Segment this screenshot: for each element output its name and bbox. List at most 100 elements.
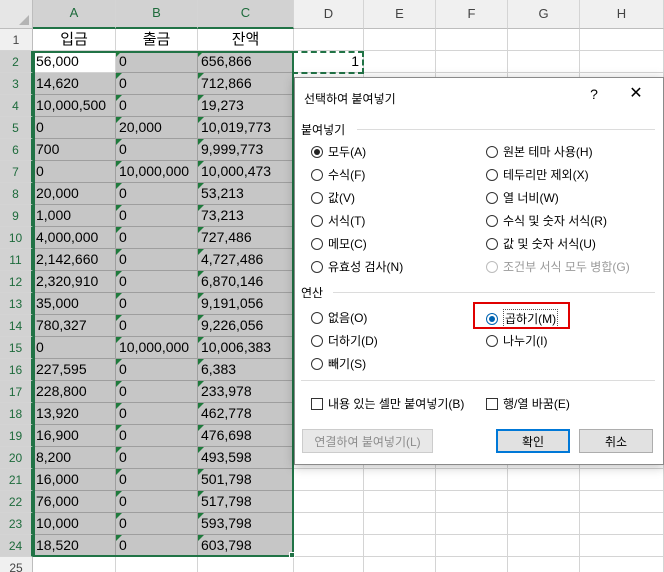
empty-cell[interactable] [580, 513, 664, 535]
column-header-d[interactable]: D [294, 0, 364, 29]
data-cell[interactable]: 4,000,000 [33, 227, 116, 249]
transpose-checkbox[interactable]: 행/열 바꿈(E) [486, 395, 570, 412]
empty-cell[interactable] [364, 557, 436, 572]
row-header[interactable]: 12 [0, 271, 33, 293]
row-header[interactable]: 11 [0, 249, 33, 271]
header-cell-balance[interactable]: 잔액 [198, 29, 294, 51]
row-header[interactable]: 6 [0, 139, 33, 161]
empty-cell[interactable] [436, 557, 508, 572]
data-cell[interactable]: 9,191,056 [198, 293, 294, 315]
data-cell[interactable]: 16,900 [33, 425, 116, 447]
column-header-h[interactable]: H [580, 0, 664, 29]
data-cell[interactable]: 6,383 [198, 359, 294, 381]
empty-cell[interactable] [294, 557, 364, 572]
empty-cell[interactable] [294, 29, 364, 51]
data-cell[interactable]: 0 [116, 95, 198, 117]
data-cell[interactable]: 0 [116, 425, 198, 447]
empty-cell[interactable] [580, 469, 664, 491]
row-header[interactable]: 1 [0, 29, 33, 51]
row-header[interactable]: 19 [0, 425, 33, 447]
row-header[interactable]: 25 [0, 557, 33, 572]
data-cell[interactable]: 227,595 [33, 359, 116, 381]
paste-option-column-widths[interactable]: 열 너비(W) [486, 189, 559, 206]
data-cell[interactable]: 517,798 [198, 491, 294, 513]
operation-option-divide[interactable]: 나누기(I) [486, 332, 547, 349]
row-header[interactable]: 4 [0, 95, 33, 117]
help-button[interactable]: ? [583, 83, 605, 105]
empty-cell[interactable] [580, 491, 664, 513]
empty-cell[interactable] [364, 469, 436, 491]
paste-option-values[interactable]: 값(V) [311, 189, 355, 206]
data-cell[interactable]: 19,273 [198, 95, 294, 117]
empty-cell[interactable] [294, 491, 364, 513]
empty-cell[interactable] [364, 51, 436, 73]
row-header[interactable]: 10 [0, 227, 33, 249]
empty-cell[interactable] [508, 557, 580, 572]
paste-option-comments[interactable]: 메모(C) [311, 235, 367, 252]
empty-cell[interactable] [508, 469, 580, 491]
data-cell[interactable]: 0 [116, 73, 198, 95]
data-cell[interactable]: 2,320,910 [33, 271, 116, 293]
data-cell[interactable]: 10,000,000 [116, 337, 198, 359]
header-cell-deposit[interactable]: 입금 [33, 29, 116, 51]
operation-option-subtract[interactable]: 빼기(S) [311, 355, 366, 372]
column-header-a[interactable]: A [33, 0, 116, 29]
data-cell[interactable]: 0 [116, 293, 198, 315]
data-cell[interactable]: 0 [116, 513, 198, 535]
row-header[interactable]: 5 [0, 117, 33, 139]
data-cell[interactable]: 9,999,773 [198, 139, 294, 161]
data-cell[interactable]: 8,200 [33, 447, 116, 469]
data-cell[interactable]: 16,000 [33, 469, 116, 491]
empty-cell[interactable] [436, 513, 508, 535]
row-header[interactable]: 7 [0, 161, 33, 183]
data-cell[interactable]: 0 [116, 359, 198, 381]
data-cell[interactable]: 476,698 [198, 425, 294, 447]
row-header[interactable]: 15 [0, 337, 33, 359]
cancel-button[interactable]: 취소 [579, 429, 653, 453]
empty-cell[interactable] [436, 29, 508, 51]
empty-cell[interactable] [436, 469, 508, 491]
row-header[interactable]: 8 [0, 183, 33, 205]
active-cell[interactable]: 56,000 [33, 51, 116, 73]
row-header[interactable]: 18 [0, 403, 33, 425]
data-cell[interactable]: 780,327 [33, 315, 116, 337]
data-cell[interactable]: 0 [116, 271, 198, 293]
row-header[interactable]: 16 [0, 359, 33, 381]
column-header-e[interactable]: E [364, 0, 436, 29]
data-cell[interactable]: 462,778 [198, 403, 294, 425]
empty-cell[interactable] [436, 491, 508, 513]
skip-blanks-checkbox[interactable]: 내용 있는 셀만 붙여넣기(B) [311, 395, 464, 412]
paste-option-formats[interactable]: 서식(T) [311, 212, 365, 229]
empty-cell[interactable] [294, 535, 364, 557]
data-cell[interactable]: 0 [116, 535, 198, 557]
row-header[interactable]: 14 [0, 315, 33, 337]
data-cell[interactable]: 0 [116, 139, 198, 161]
data-cell[interactable]: 1,000 [33, 205, 116, 227]
data-cell[interactable]: 10,019,773 [198, 117, 294, 139]
data-cell[interactable]: 0 [116, 315, 198, 337]
row-header[interactable]: 21 [0, 469, 33, 491]
paste-option-formulas-number-formats[interactable]: 수식 및 숫자 서식(R) [486, 212, 607, 229]
data-cell[interactable]: 6,870,146 [198, 271, 294, 293]
data-cell[interactable]: 14,620 [33, 73, 116, 95]
row-header[interactable]: 17 [0, 381, 33, 403]
data-cell[interactable]: 0 [116, 403, 198, 425]
row-header[interactable]: 20 [0, 447, 33, 469]
empty-cell[interactable] [33, 557, 116, 572]
paste-option-formulas[interactable]: 수식(F) [311, 166, 365, 183]
data-cell[interactable]: 0 [33, 117, 116, 139]
data-cell[interactable]: 9,226,056 [198, 315, 294, 337]
row-header[interactable]: 2 [0, 51, 33, 73]
data-cell[interactable]: 0 [116, 183, 198, 205]
data-cell[interactable]: 2,142,660 [33, 249, 116, 271]
empty-cell[interactable] [364, 535, 436, 557]
data-cell[interactable]: 0 [33, 337, 116, 359]
row-header[interactable]: 22 [0, 491, 33, 513]
data-cell[interactable]: 10,000 [33, 513, 116, 535]
data-cell[interactable]: 700 [33, 139, 116, 161]
fill-handle[interactable] [289, 552, 295, 558]
data-cell[interactable]: 35,000 [33, 293, 116, 315]
empty-cell[interactable] [580, 535, 664, 557]
data-cell[interactable]: 4,727,486 [198, 249, 294, 271]
data-cell[interactable]: 0 [116, 205, 198, 227]
